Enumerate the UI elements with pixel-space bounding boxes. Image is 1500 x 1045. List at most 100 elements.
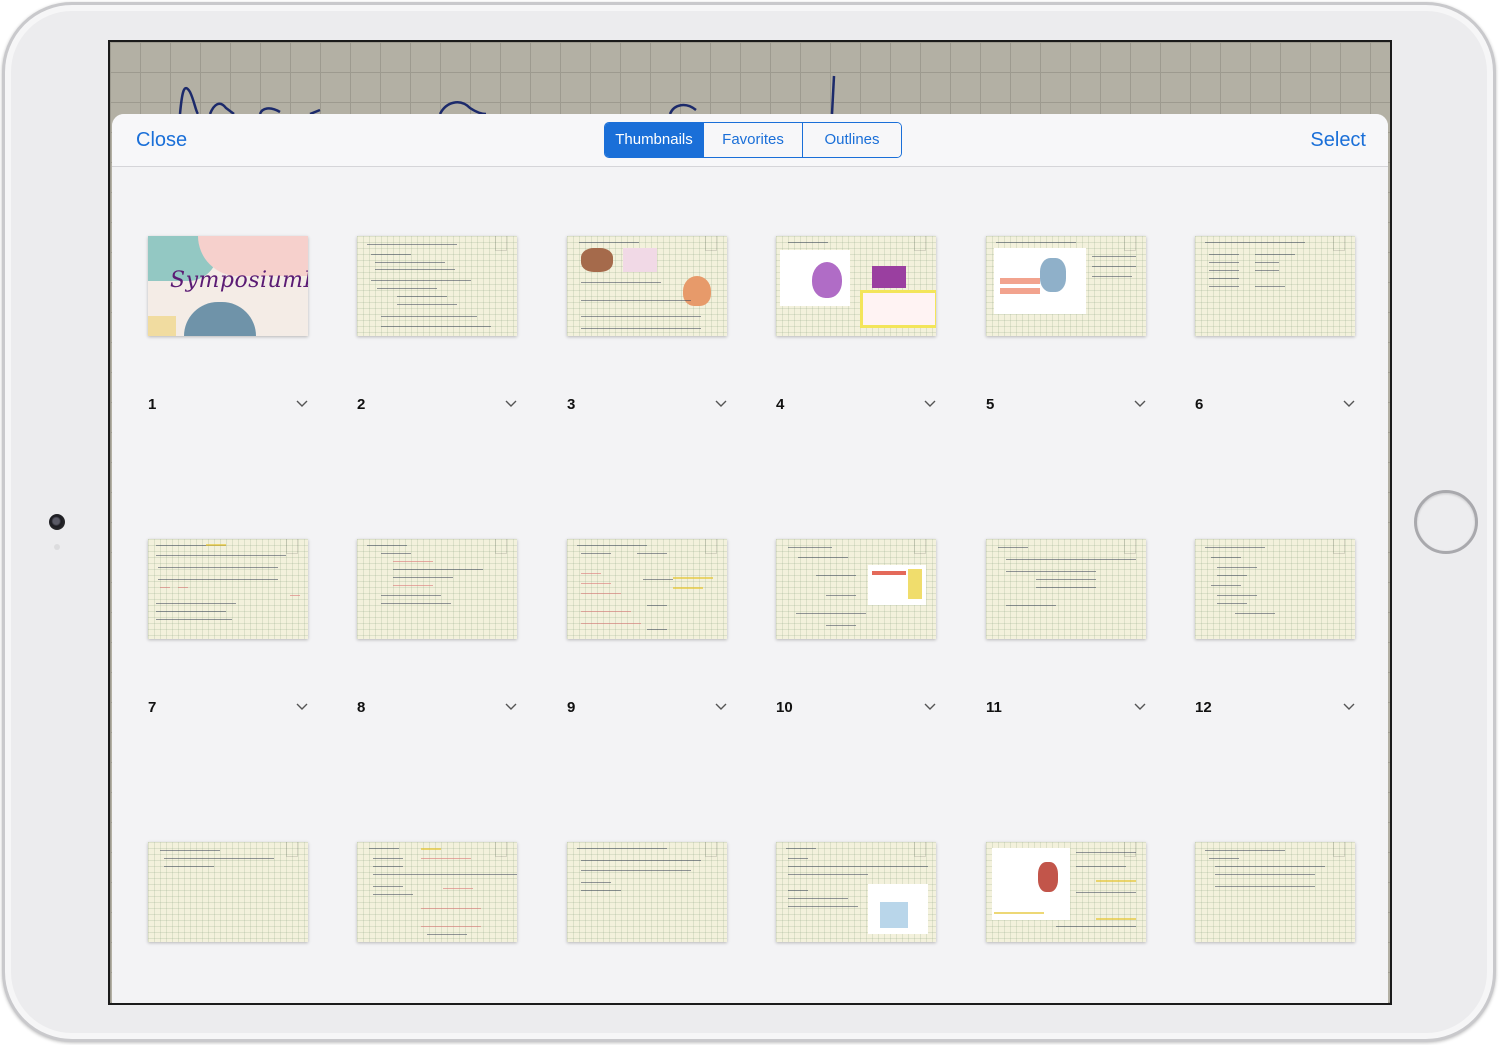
- chevron-down-icon[interactable]: [294, 699, 310, 715]
- select-button[interactable]: Select: [1310, 129, 1366, 152]
- tab-outlines[interactable]: Outlines: [802, 123, 901, 157]
- highlight-box: [860, 290, 936, 328]
- cover-shape: [184, 302, 256, 336]
- histology-image: [872, 266, 906, 288]
- chevron-down-icon[interactable]: [713, 699, 729, 715]
- cover-title: SymposiumI: [170, 268, 308, 293]
- bookmark-icon[interactable]: [1333, 842, 1345, 857]
- page-thumbnail[interactable]: [776, 842, 936, 942]
- page-number: 2: [357, 396, 366, 413]
- bookmark-icon[interactable]: [495, 236, 507, 251]
- page-cell: 6: [1195, 236, 1375, 436]
- page-cell: [1195, 842, 1375, 1003]
- chevron-down-icon[interactable]: [922, 699, 938, 715]
- chevron-down-icon[interactable]: [1132, 396, 1148, 412]
- bookmark-icon[interactable]: [1124, 539, 1136, 554]
- page-number: 8: [357, 699, 366, 716]
- label-strip: [1000, 288, 1040, 294]
- bookmark-icon[interactable]: [495, 539, 507, 554]
- bookmark-icon[interactable]: [705, 842, 717, 857]
- chevron-down-icon[interactable]: [713, 396, 729, 412]
- home-button[interactable]: [1414, 490, 1478, 554]
- page-cell: [567, 842, 747, 1003]
- bookmark-icon[interactable]: [1124, 842, 1136, 857]
- page-cell: 7: [148, 539, 328, 739]
- chevron-down-icon[interactable]: [1341, 396, 1357, 412]
- page-cell: 8: [357, 539, 537, 739]
- background-handwriting: [178, 75, 836, 114]
- bookmark-icon[interactable]: [286, 539, 298, 554]
- bookmark-icon[interactable]: [914, 236, 926, 251]
- page-cell: 12: [1195, 539, 1375, 739]
- page-thumbnail[interactable]: [986, 842, 1146, 942]
- page-thumbnail[interactable]: [567, 539, 727, 639]
- page-thumbnail[interactable]: [1195, 236, 1355, 336]
- chevron-down-icon[interactable]: [294, 396, 310, 412]
- sheet-header: Close Thumbnails Favorites Outlines Sele…: [112, 114, 1388, 167]
- page-thumbnail[interactable]: SymposiumI: [148, 236, 308, 336]
- page-thumbnail[interactable]: [148, 539, 308, 639]
- page-thumbnail[interactable]: [357, 842, 517, 942]
- bookmark-icon[interactable]: [705, 539, 717, 554]
- neurohypophysis-image: [1038, 862, 1058, 892]
- page-cell: 3: [567, 236, 747, 436]
- page-cell: 2: [357, 236, 537, 436]
- page-number: 10: [776, 699, 793, 716]
- bookmark-icon[interactable]: [1333, 236, 1345, 251]
- diagram-image: [623, 248, 657, 272]
- page-thumbnail-grid: SymposiumI 1 2 3 4 5 6 7 8 9 10 11 12: [112, 167, 1388, 1003]
- page-number: 12: [1195, 699, 1212, 716]
- page-number: 9: [567, 699, 576, 716]
- page-number: 1: [148, 396, 157, 413]
- page-thumbnail[interactable]: [357, 539, 517, 639]
- page-thumbnail[interactable]: [776, 539, 936, 639]
- bookmark-icon[interactable]: [286, 842, 298, 857]
- page-cell: [357, 842, 537, 1003]
- screen: Close Thumbnails Favorites Outlines Sele…: [108, 40, 1392, 1005]
- label-strip: [908, 569, 922, 599]
- close-button[interactable]: Close: [136, 129, 187, 152]
- chevron-down-icon[interactable]: [503, 699, 519, 715]
- page-number: 3: [567, 396, 576, 413]
- page-browser-sheet: Close Thumbnails Favorites Outlines Sele…: [112, 114, 1388, 1003]
- chevron-down-icon[interactable]: [1132, 699, 1148, 715]
- page-number: 11: [986, 699, 1002, 716]
- pituitary-image: [812, 262, 842, 298]
- page-thumbnail[interactable]: [567, 236, 727, 336]
- bookmark-icon[interactable]: [914, 842, 926, 857]
- page-thumbnail[interactable]: [986, 539, 1146, 639]
- bookmark-icon[interactable]: [705, 236, 717, 251]
- page-thumbnail[interactable]: [567, 842, 727, 942]
- page-cell: 5: [986, 236, 1166, 436]
- page-thumbnail[interactable]: [1195, 842, 1355, 942]
- page-thumbnail[interactable]: [776, 236, 936, 336]
- page-cell: [776, 842, 956, 1003]
- page-number: 6: [1195, 396, 1204, 413]
- page-thumbnail[interactable]: [357, 236, 517, 336]
- bookmark-icon[interactable]: [914, 539, 926, 554]
- gland-image: [683, 276, 711, 306]
- brain-image: [581, 248, 613, 272]
- vessel-image: [1040, 258, 1066, 292]
- page-number: 7: [148, 699, 157, 716]
- page-thumbnail[interactable]: [148, 842, 308, 942]
- chevron-down-icon[interactable]: [1341, 699, 1357, 715]
- cover-shape: [148, 316, 176, 336]
- bookmark-icon[interactable]: [1124, 236, 1136, 251]
- page-thumbnail[interactable]: [986, 236, 1146, 336]
- page-number: 5: [986, 396, 995, 413]
- chevron-down-icon[interactable]: [503, 396, 519, 412]
- chevron-down-icon[interactable]: [922, 396, 938, 412]
- camera-icon: [49, 514, 65, 530]
- view-mode-segmented-control: Thumbnails Favorites Outlines: [604, 122, 902, 158]
- bookmark-icon[interactable]: [495, 842, 507, 857]
- bookmark-icon[interactable]: [1333, 539, 1345, 554]
- page-thumbnail[interactable]: [1195, 539, 1355, 639]
- page-cell: 4: [776, 236, 956, 436]
- page-cell: 11: [986, 539, 1166, 739]
- page-cell: [986, 842, 1166, 1003]
- sensor-dot: [54, 544, 60, 550]
- page-cell: 9: [567, 539, 747, 739]
- tab-thumbnails[interactable]: Thumbnails: [605, 123, 703, 157]
- tab-favorites[interactable]: Favorites: [703, 123, 802, 157]
